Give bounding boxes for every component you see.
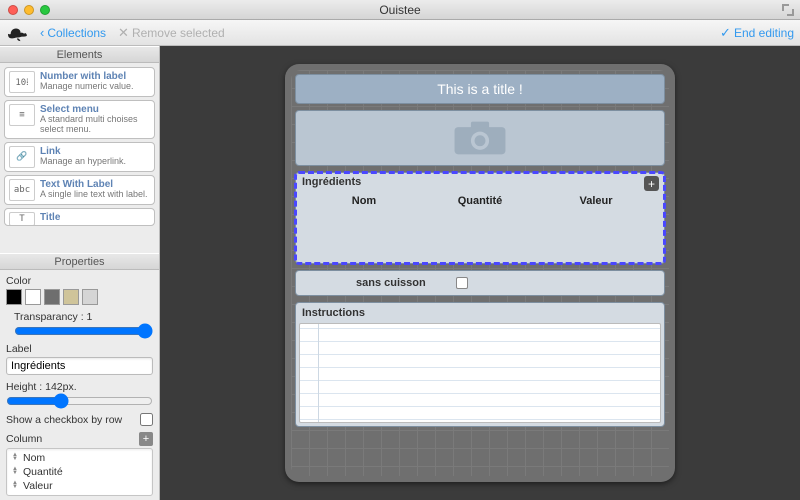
checkmark-icon: ✓ — [720, 26, 731, 39]
element-desc: A standard multi choises select menu. — [40, 115, 150, 135]
table-col-nom: Nom — [306, 195, 422, 207]
instructions-component[interactable]: Instructions — [295, 302, 665, 427]
table-col-quantite: Quantité — [422, 195, 538, 207]
table-add-button[interactable]: + — [644, 176, 659, 191]
element-link[interactable]: 🔗 LinkManage an hyperlink. — [4, 142, 155, 172]
label-field-label: Label — [6, 343, 153, 355]
instructions-title: Instructions — [296, 303, 664, 323]
collections-button[interactable]: ‹ Collections — [40, 26, 106, 40]
element-select-menu[interactable]: ≡ Select menuA standard multi choises se… — [4, 100, 155, 139]
remove-x-icon: ✕ — [118, 26, 129, 39]
color-swatch-tan[interactable] — [63, 289, 79, 305]
color-label: Color — [6, 275, 153, 287]
window-zoom-button[interactable] — [40, 5, 50, 15]
checkbox-component[interactable]: sans cuisson — [295, 270, 665, 296]
height-label: Height : 142px. — [6, 381, 153, 393]
fullscreen-button[interactable] — [782, 4, 794, 16]
column-name: Nom — [23, 452, 45, 464]
camera-icon — [450, 118, 510, 158]
column-item-valeur[interactable]: ▲▼Valeur — [9, 479, 150, 493]
element-title[interactable]: T Title — [4, 208, 155, 226]
link-icon: 🔗 — [9, 146, 35, 168]
element-number-with-label[interactable]: 10⁞ Number with labelManage numeric valu… — [4, 67, 155, 97]
main-toolbar: ‹ Collections ✕ Remove selected ✓ End ed… — [0, 20, 800, 46]
title-text: This is a title ! — [437, 81, 523, 97]
window-title: Ouistee — [379, 3, 420, 17]
transparency-label: Transparancy : 1 — [14, 311, 153, 323]
element-desc: Manage numeric value. — [40, 82, 134, 92]
remove-selected-label: Remove selected — [132, 26, 225, 40]
label-input[interactable] — [6, 357, 153, 375]
mac-titlebar: Ouistee — [0, 0, 800, 20]
show-checkbox-toggle[interactable] — [140, 413, 153, 426]
transparency-slider[interactable] — [14, 325, 153, 337]
table-col-valeur: Valeur — [538, 195, 654, 207]
app-logo-icon — [6, 24, 28, 42]
color-swatch-light-gray[interactable] — [82, 289, 98, 305]
properties-panel-header: Properties — [0, 253, 159, 270]
table-columns: Nom Quantité Valeur — [296, 195, 664, 207]
remove-selected-button[interactable]: ✕ Remove selected — [118, 26, 225, 40]
window-minimize-button[interactable] — [24, 5, 34, 15]
table-component-selected[interactable]: Ingrédients + Nom Quantité Valeur — [295, 172, 665, 264]
column-item-nom[interactable]: ▲▼Nom — [9, 451, 150, 465]
checkbox-text: sans cuisson — [356, 277, 426, 289]
color-swatch-white[interactable] — [25, 289, 41, 305]
window-close-button[interactable] — [8, 5, 18, 15]
element-text-with-label[interactable]: abc Text With LabelA single line text wi… — [4, 175, 155, 205]
back-chevron-icon: ‹ — [40, 26, 44, 39]
element-desc: A single line text with label. — [40, 190, 148, 200]
end-editing-label: End editing — [734, 26, 794, 40]
title-icon: T — [9, 212, 35, 226]
end-editing-button[interactable]: ✓ End editing — [720, 26, 794, 40]
sidebar: Elements 10⁞ Number with labelManage num… — [0, 46, 160, 500]
select-menu-icon: ≡ — [9, 104, 35, 126]
column-list: ▲▼Nom ▲▼Quantité ▲▼Valeur — [6, 448, 153, 496]
reorder-icon: ▲▼ — [10, 481, 20, 491]
reorder-icon: ▲▼ — [10, 467, 20, 477]
number-label-icon: 10⁞ — [9, 71, 35, 93]
element-desc: Manage an hyperlink. — [40, 157, 126, 167]
table-title: Ingrédients — [302, 176, 361, 188]
color-swatches — [6, 289, 153, 305]
color-swatch-dark-gray[interactable] — [44, 289, 60, 305]
card-checkbox[interactable] — [456, 277, 468, 289]
add-column-button[interactable]: + — [139, 432, 153, 446]
column-name: Quantité — [23, 466, 63, 478]
column-label: Column — [6, 433, 42, 445]
elements-panel-header: Elements — [0, 46, 159, 63]
height-slider[interactable] — [6, 395, 153, 407]
elements-list: 10⁞ Number with labelManage numeric valu… — [0, 63, 159, 253]
title-component[interactable]: This is a title ! — [295, 74, 665, 104]
column-item-quantite[interactable]: ▲▼Quantité — [9, 465, 150, 479]
form-card[interactable]: This is a title ! Ingrédients + Nom Quan… — [285, 64, 675, 482]
show-checkbox-label: Show a checkbox by row — [6, 414, 122, 426]
column-name: Valeur — [23, 480, 53, 492]
reorder-icon: ▲▼ — [10, 453, 20, 463]
collections-label: Collections — [47, 26, 106, 40]
notepad-area[interactable] — [299, 323, 661, 423]
editor-canvas[interactable]: This is a title ! Ingrédients + Nom Quan… — [160, 46, 800, 500]
properties-panel: Color Transparancy : 1 Label Height : 14… — [0, 270, 159, 500]
color-swatch-black[interactable] — [6, 289, 22, 305]
element-title: Title — [40, 212, 60, 223]
photo-component[interactable] — [295, 110, 665, 166]
text-label-icon: abc — [9, 179, 35, 201]
